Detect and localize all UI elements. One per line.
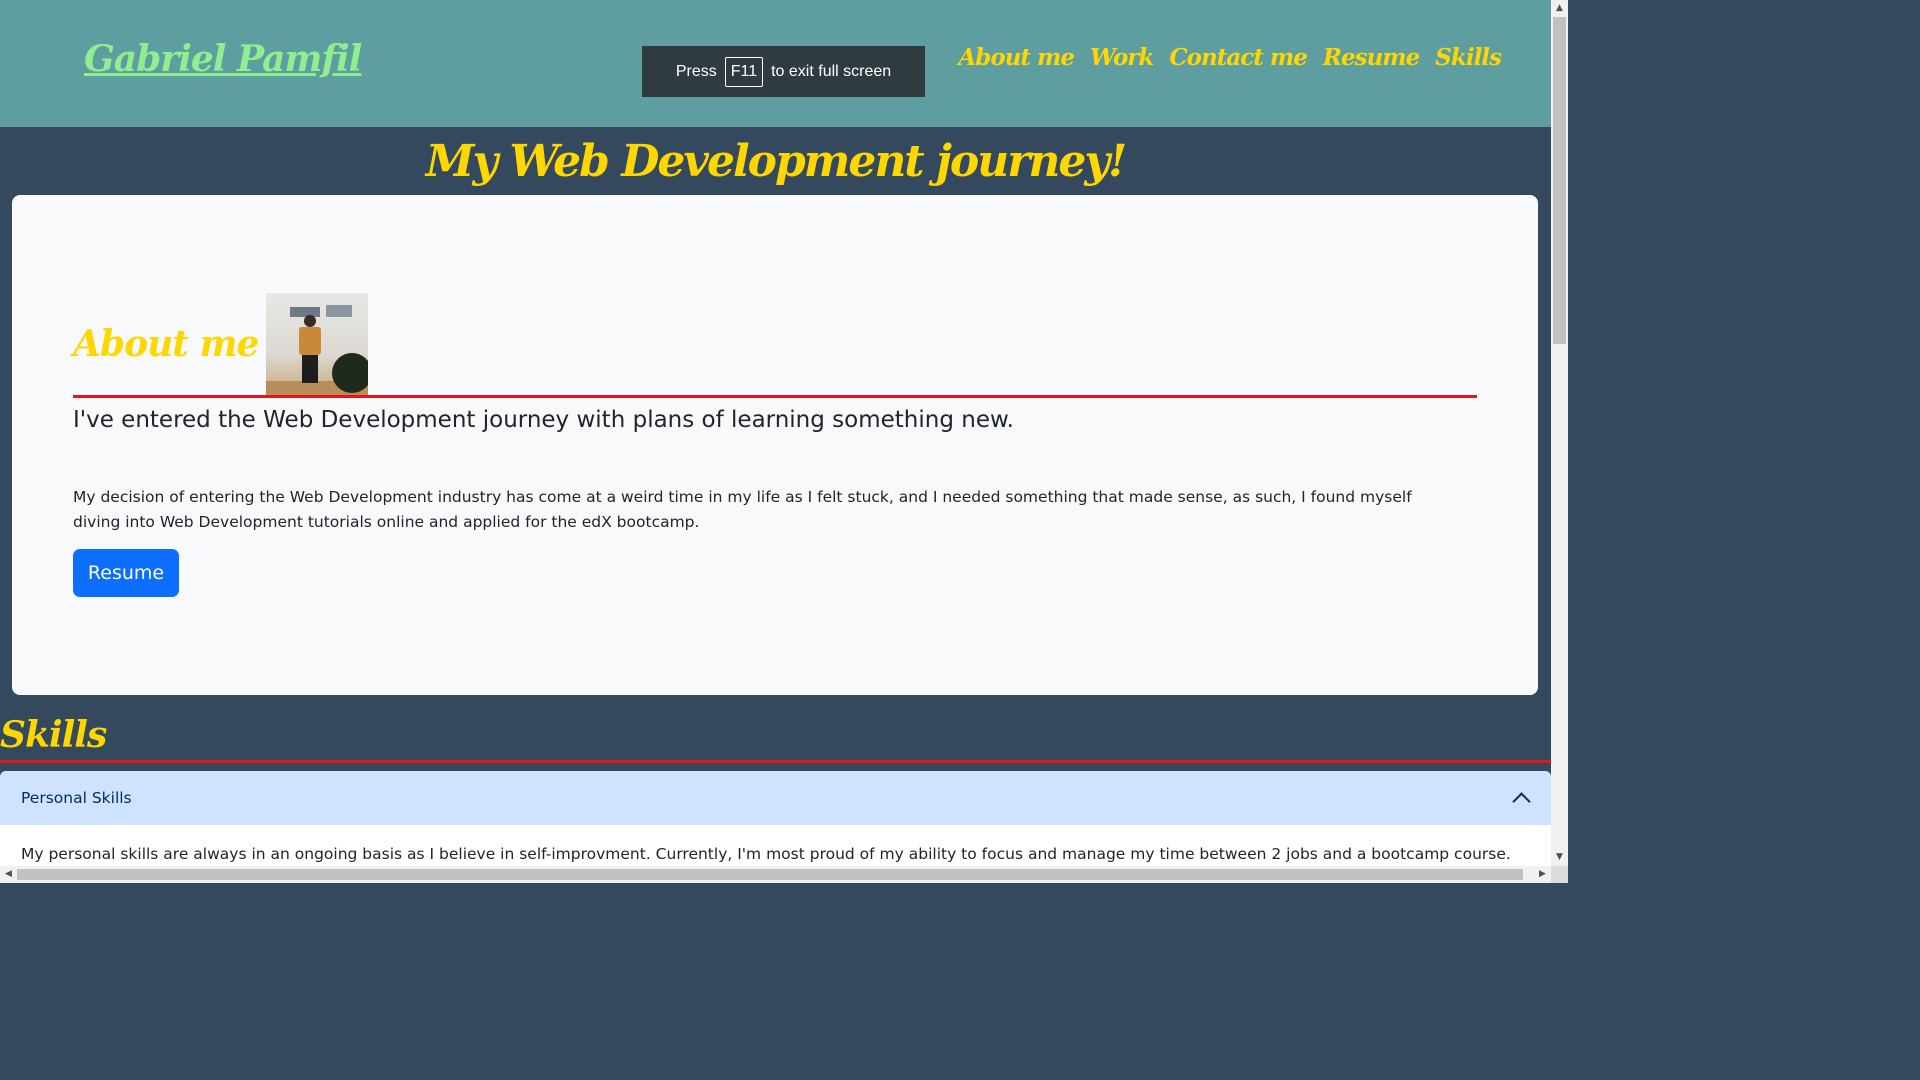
about-paragraph: My decision of entering the Web Developm… [73, 488, 1412, 531]
chevron-up-icon [1512, 789, 1530, 807]
accordion-header-personal-skills[interactable]: Personal Skills [0, 771, 1551, 825]
nav-resume[interactable]: Resume [1323, 44, 1420, 71]
scroll-down-arrow-icon[interactable]: ▼ [1551, 849, 1568, 866]
toast-press-text: Press [675, 62, 717, 80]
skills-accordion: Personal Skills My personal skills are a… [0, 771, 1551, 866]
toast-suffix-text: to exit full screen [771, 62, 892, 80]
scroll-up-arrow-icon[interactable]: ▲ [1551, 0, 1568, 17]
fullscreen-exit-toast: Press F11 to exit full screen [642, 46, 925, 97]
nav-contact-me[interactable]: Contact me [1169, 44, 1308, 71]
profile-photo [266, 293, 369, 395]
nav-work[interactable]: Work [1090, 44, 1154, 71]
about-heading: About me [73, 323, 259, 365]
skills-heading: Skills [0, 714, 107, 756]
horizontal-scroll-thumb[interactable] [17, 869, 1523, 880]
nav-about-me[interactable]: About me [958, 44, 1075, 71]
vertical-scroll-thumb[interactable] [1553, 17, 1566, 344]
about-divider [73, 395, 1477, 398]
about-me-card: About me I've entered the Web Developmen… [12, 195, 1538, 695]
nav-skills[interactable]: Skills [1435, 44, 1502, 71]
accordion-title: Personal Skills [21, 789, 132, 807]
resume-button[interactable]: Resume [73, 549, 179, 597]
accordion-body: My personal skills are always in an ongo… [21, 845, 1511, 863]
scroll-right-arrow-icon[interactable]: ▶ [1534, 866, 1551, 883]
about-heading-row: About me [73, 293, 369, 395]
page-title: My Web Development journey! [425, 136, 1128, 187]
brand-link[interactable]: Gabriel Pamfil [84, 38, 362, 80]
skills-divider [0, 760, 1551, 763]
scroll-left-arrow-icon[interactable]: ◀ [0, 866, 17, 883]
toast-key-badge: F11 [724, 56, 764, 87]
main-nav: About me Work Contact me Resume Skills [958, 44, 1502, 71]
vertical-scrollbar[interactable]: ▲ ▼ [1551, 0, 1568, 866]
scrollbar-corner [1551, 866, 1568, 883]
about-lead: I've entered the Web Development journey… [73, 407, 1014, 433]
page: Gabriel Pamfil About me Work Contact me … [0, 0, 1551, 866]
horizontal-scrollbar[interactable]: ◀ ▶ [0, 866, 1551, 883]
